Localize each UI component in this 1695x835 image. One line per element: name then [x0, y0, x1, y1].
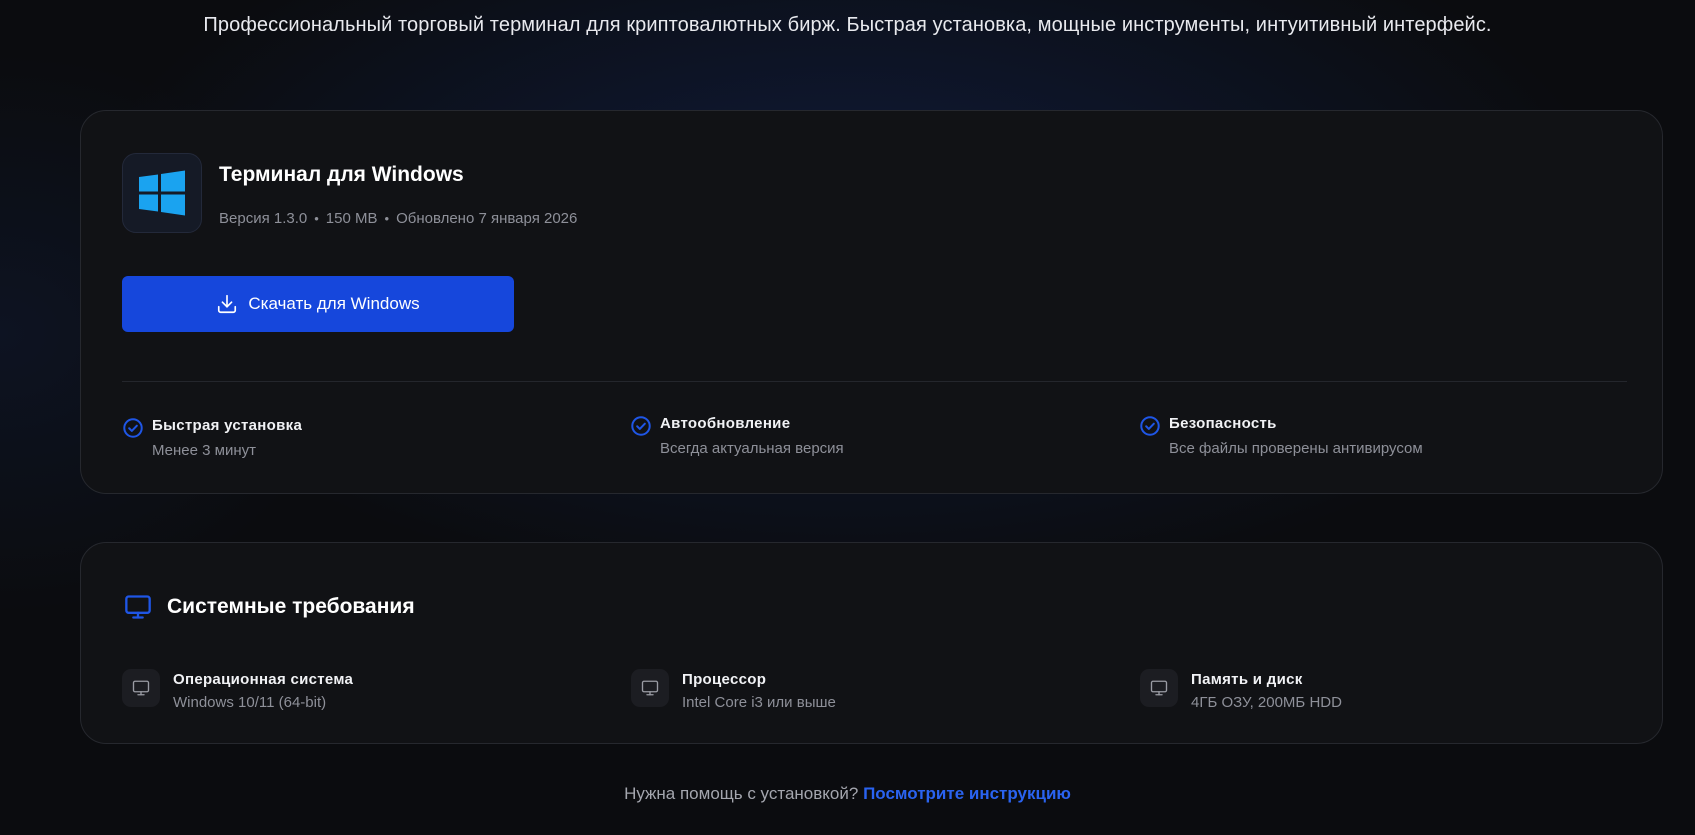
feature-title: Автообновление: [660, 415, 791, 432]
feature-title: Безопасность: [1169, 415, 1277, 432]
meta-separator: •: [314, 211, 319, 226]
feature-subtitle: Все файлы проверены антивирусом: [1169, 440, 1423, 457]
requirement-value: 4ГБ ОЗУ, 200МБ HDD: [1191, 694, 1342, 711]
requirement-value: Intel Core i3 или выше: [682, 694, 836, 711]
feature-list: Быстрая установка Менее 3 минут Автообно…: [122, 415, 1627, 475]
app-text: Терминал для Windows Версия 1.3.0 • 150 …: [219, 153, 577, 227]
monitor-icon: [641, 680, 659, 696]
requirement-icon-tile: [1140, 669, 1178, 707]
page-intro-text: Профессиональный торговый терминал для к…: [203, 14, 1492, 36]
feature-title: Быстрая установка: [152, 417, 303, 434]
app-title: Терминал для Windows: [219, 163, 464, 186]
check-circle-icon: [631, 416, 651, 436]
feature-auto-update: Автообновление Всегда актуальная версия: [630, 415, 844, 457]
requirement-memory: Память и диск 4ГБ ОЗУ, 200МБ HDD: [1140, 669, 1342, 711]
requirement-os: Операционная система Windows 10/11 (64-b…: [122, 669, 353, 711]
help-footer: Нужна помощь с установкой? Посмотрите ин…: [0, 784, 1695, 804]
download-page: Профессиональный торговый терминал для к…: [0, 0, 1695, 835]
app-icon-tile: [122, 153, 202, 233]
divider: [122, 381, 1627, 382]
app-header: Терминал для Windows Версия 1.3.0 • 150 …: [122, 153, 577, 233]
requirement-title: Операционная система: [173, 671, 354, 688]
monitor-icon: [132, 680, 150, 696]
monitor-icon: [125, 595, 151, 619]
requirement-title: Процессор: [682, 671, 767, 688]
requirements-header: Системные требования: [124, 593, 415, 621]
download-button-label: Скачать для Windows: [248, 294, 420, 313]
monitor-icon: [1150, 680, 1168, 696]
app-version: Версия 1.3.0: [219, 210, 308, 227]
requirement-title: Память и диск: [1191, 671, 1303, 688]
requirement-icon-tile: [122, 669, 160, 707]
feature-fast-install: Быстрая установка Менее 3 минут: [122, 417, 302, 459]
requirement-cpu: Процессор Intel Core i3 или выше: [631, 669, 836, 711]
system-requirements-card: Системные требования Операционная систем…: [80, 542, 1663, 744]
download-windows-button[interactable]: Скачать для Windows: [122, 276, 514, 332]
download-icon: [218, 294, 237, 314]
check-circle-icon: [1140, 416, 1160, 436]
app-updated: Обновлено 7 января 2026: [396, 210, 578, 227]
app-size: 150 MB: [325, 210, 378, 227]
check-circle-icon: [123, 418, 143, 438]
requirements-list: Операционная система Windows 10/11 (64-b…: [122, 669, 1627, 717]
instructions-link[interactable]: Посмотрите инструкцию: [863, 784, 1071, 803]
feature-subtitle: Всегда актуальная версия: [660, 440, 844, 457]
meta-separator: •: [384, 211, 390, 226]
help-text: Нужна помощь с установкой?: [624, 784, 859, 803]
windows-logo-icon: [139, 170, 185, 216]
requirement-value: Windows 10/11 (64-bit): [173, 694, 327, 711]
requirement-icon-tile: [631, 669, 669, 707]
feature-security: Безопасность Все файлы проверены антивир…: [1139, 415, 1423, 457]
download-card: Терминал для Windows Версия 1.3.0 • 150 …: [80, 110, 1663, 494]
app-meta: Версия 1.3.0 • 150 MB • Обновлено 7 янва…: [219, 210, 577, 227]
feature-subtitle: Менее 3 минут: [152, 442, 256, 459]
requirements-title: Системные требования: [167, 595, 415, 618]
